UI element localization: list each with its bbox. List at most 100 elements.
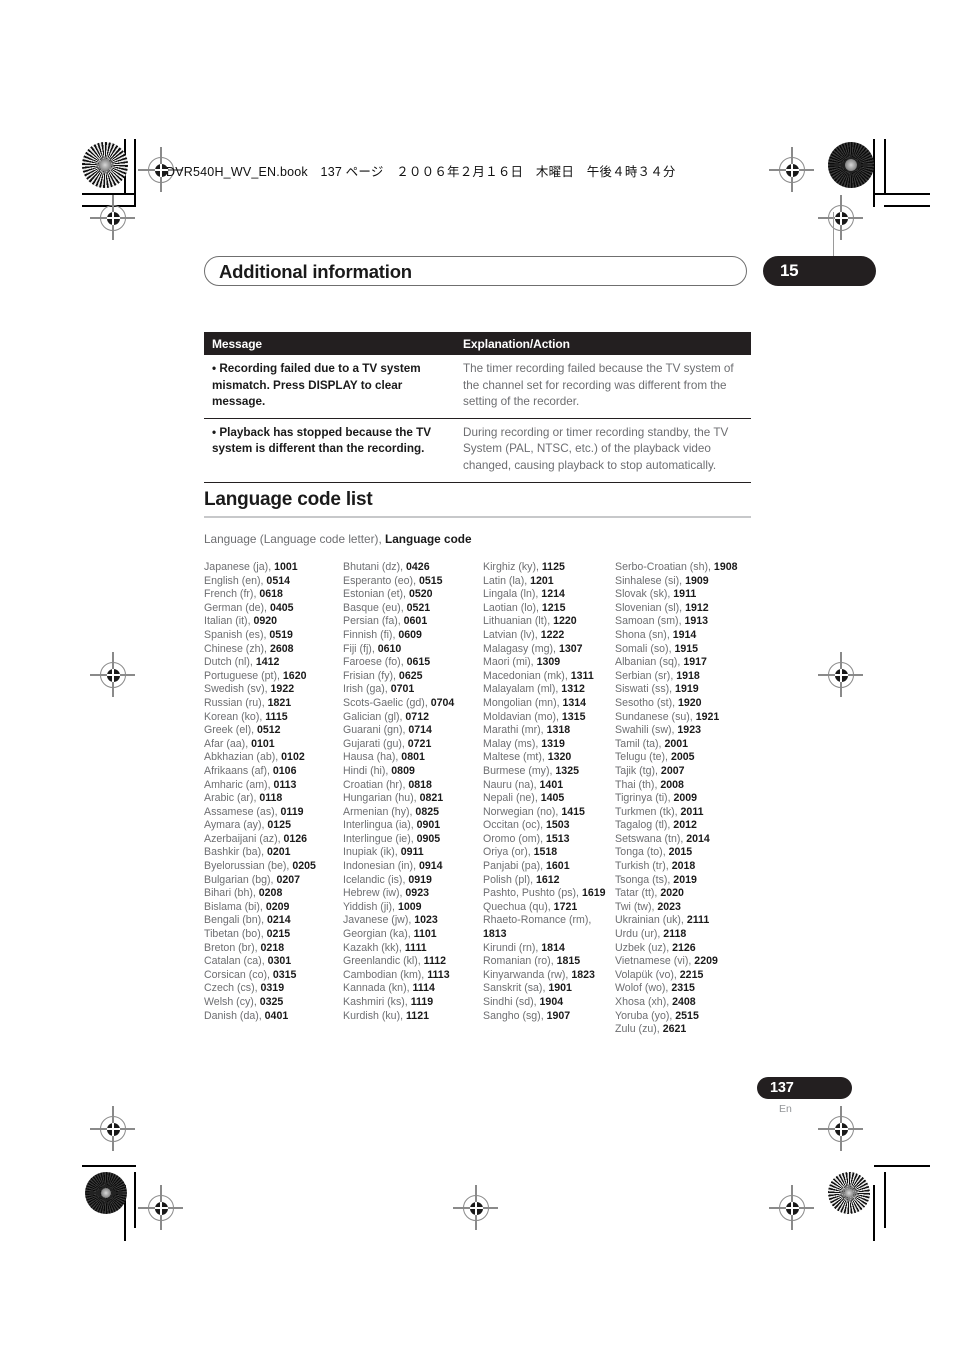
- language-column-2: Bhutani (dz), 0426 Esperanto (eo), 0515 Es…: [343, 561, 483, 1037]
- language-entry-code: 1119: [410, 996, 434, 1008]
- language-entry-code: 1619: [581, 887, 606, 900]
- language-entry-code: 0118: [259, 792, 283, 805]
- language-entry-name: Hungarian (hu),: [343, 792, 420, 805]
- language-entry-code: 0701: [390, 683, 415, 696]
- crop-mark-bottom-right-horizontal: [874, 1165, 930, 1167]
- language-entry-code: 2012: [673, 819, 697, 832]
- crop-mark-bottom-left-vertical-inner: [134, 1172, 136, 1228]
- language-entry: Finnish (fi), 0609: [343, 629, 483, 643]
- language-entry-name: French (fr),: [204, 588, 260, 601]
- language-entry-code: 1215: [541, 601, 566, 614]
- language-entry: Breton (br), 0218: [204, 942, 343, 956]
- table-header-row: Message Explanation/Action: [204, 332, 751, 355]
- language-entry-name: Tibetan (bo),: [204, 928, 267, 941]
- language-entry-code: 2023: [657, 900, 681, 913]
- language-entry-name: Urdu (ur),: [615, 928, 664, 941]
- language-entry-code: 1907: [546, 1009, 571, 1022]
- language-entry-name: Dutch (nl),: [204, 656, 256, 669]
- language-entry-name: Ukrainian (uk),: [615, 914, 687, 927]
- language-entry-code: 0809: [391, 764, 415, 777]
- language-entry: Indonesian (in), 0914: [343, 860, 483, 874]
- language-entry-name: Croatian (hr),: [343, 778, 409, 791]
- language-entry: Tonga (to), 2015: [615, 846, 764, 860]
- language-entry-code: 1919: [675, 683, 699, 696]
- language-entry-code: 2608: [269, 642, 294, 655]
- language-entry-name: Slovenian (sl),: [615, 601, 686, 614]
- language-entry-code: 0113: [273, 778, 297, 791]
- language-entry: Galician (gl), 0712: [343, 711, 483, 725]
- language-entry: Bulgarian (bg), 0207: [204, 874, 343, 888]
- language-entry: Catalan (ca), 0301: [204, 955, 343, 969]
- language-entry: Pashto, Pushto (ps), 1619: [483, 887, 615, 901]
- language-entry: Hebrew (iw), 0923: [343, 887, 483, 901]
- language-entry-name: Serbian (sr),: [615, 669, 677, 682]
- language-entry-name: Uzbek (uz),: [615, 941, 673, 954]
- language-entry-name: Malay (ms),: [483, 737, 542, 750]
- language-entry: Malayalam (ml), 1312: [483, 683, 615, 697]
- language-entry: Hindi (hi), 0809: [343, 765, 483, 779]
- registration-mark-top-right: [769, 147, 814, 192]
- language-entry-code: 2315: [671, 982, 695, 995]
- message-table: Message Explanation/Action • Recording f…: [204, 332, 751, 483]
- language-entry-code: 1113: [427, 968, 450, 981]
- language-entry-code: 1312: [561, 683, 585, 696]
- table-cell-explanation: The timer recording failed because the T…: [463, 362, 734, 409]
- language-entry-name: Mongolian (mn),: [483, 696, 563, 709]
- language-entry-name: Galician (gl),: [343, 710, 406, 723]
- language-entry: Croatian (hr), 0818: [343, 779, 483, 793]
- language-entry: Polish (pl), 1612: [483, 874, 615, 888]
- language-entry: Inupiak (ik), 0911: [343, 846, 483, 860]
- language-entry-code: 0610: [377, 642, 402, 655]
- language-entry-code: 1201: [530, 574, 554, 587]
- language-entry-code: 2015: [668, 846, 693, 859]
- language-entry-code: 0911: [400, 846, 424, 859]
- language-entry-name: Sangho (sg),: [483, 1009, 547, 1022]
- language-entry: Afrikaans (af), 0106: [204, 765, 343, 779]
- language-entry-name: Tatar (tt),: [615, 887, 661, 900]
- language-entry-name: Assamese (as),: [204, 805, 281, 818]
- language-entry-code: 1917: [683, 656, 707, 669]
- language-entry-name: Interlingua (ia),: [343, 819, 417, 832]
- language-entry-name: Malagasy (mg),: [483, 642, 559, 655]
- language-entry: Norwegian (no), 1415: [483, 806, 615, 820]
- language-entry: Quechua (qu), 1721: [483, 901, 615, 915]
- language-entry-code: 1214: [541, 588, 565, 601]
- language-entry-name: Catalan (ca),: [204, 955, 268, 968]
- language-entry-name: Welsh (cy),: [204, 996, 260, 1008]
- language-entry-name: Azerbaijani (az),: [204, 832, 284, 845]
- language-entry-name: Esperanto (eo),: [343, 574, 419, 587]
- language-entry: Basque (eu), 0521: [343, 602, 483, 616]
- page-language-code: En: [779, 1103, 792, 1115]
- chapter-tab-tick: [833, 212, 834, 258]
- language-entry-name: Slovak (sk),: [615, 588, 674, 601]
- language-entry-code: 1121: [406, 1009, 429, 1022]
- language-entry: Kashmiri (ks), 1119: [343, 996, 483, 1010]
- language-entry-name: Oriya (or),: [483, 846, 534, 859]
- language-entry-code: 0207: [276, 873, 301, 886]
- language-entry-name: Kurdish (ku),: [343, 1009, 406, 1022]
- language-entry-name: Marathi (mr),: [483, 724, 547, 737]
- language-entry-name: Finnish (fi),: [343, 628, 399, 641]
- language-entry-code: 1023: [414, 914, 438, 927]
- language-entry-name: Maltese (mt),: [483, 751, 548, 764]
- language-entry-code: 2009: [673, 792, 698, 805]
- language-entry-code: 0625: [398, 669, 423, 682]
- language-entry-name: Armenian (hy),: [343, 805, 416, 818]
- language-entry: Panjabi (pa), 1601: [483, 860, 615, 874]
- language-entry-name: Kinyarwanda (rw),: [483, 968, 572, 981]
- language-entry-code: 0209: [265, 900, 290, 913]
- registration-mark-bottom-center: [453, 1185, 498, 1230]
- language-entry-name: Latin (la),: [483, 574, 531, 587]
- language-column-4: Serbo-Croatian (sh), 1908 Sinhalese (si),…: [615, 561, 764, 1037]
- language-entry-code: 0119: [280, 805, 304, 818]
- language-entry-code: 0520: [408, 588, 433, 601]
- language-entry-name: Occitan (oc),: [483, 819, 546, 832]
- language-entry: Chinese (zh), 2608: [204, 643, 343, 657]
- language-entry: Latvian (lv), 1222: [483, 629, 615, 643]
- language-entry: Burmese (my), 1325: [483, 765, 615, 779]
- language-entry-code: 1821: [267, 696, 292, 709]
- print-density-star-top-right: [828, 142, 874, 188]
- language-entry-name: Breton (br),: [204, 941, 261, 954]
- language-entry-name: Russian (ru),: [204, 696, 268, 709]
- section-heading: Language code list: [204, 489, 373, 510]
